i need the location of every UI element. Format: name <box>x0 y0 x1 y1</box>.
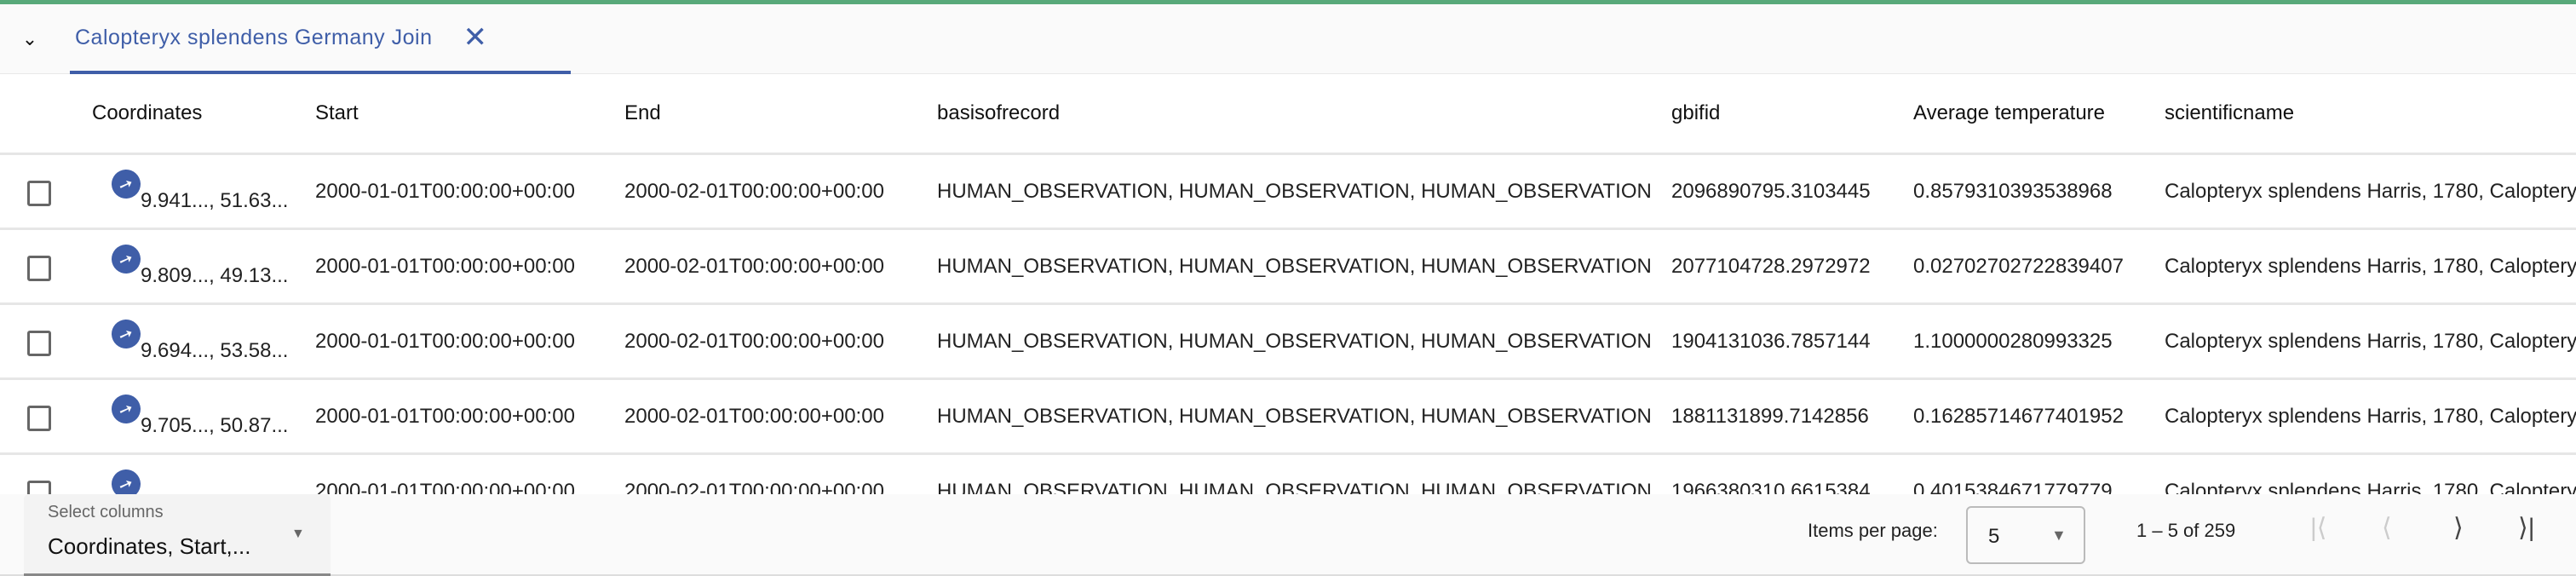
row-checkbox[interactable] <box>27 406 51 431</box>
column-header-start[interactable]: Start <box>315 74 359 153</box>
first-page-icon[interactable]: |⟨ <box>2310 513 2327 543</box>
column-header-gbifid[interactable]: gbifid <box>1671 74 1720 153</box>
compass-icon[interactable]: ➚ <box>112 314 145 353</box>
column-header-basisofrecord[interactable]: basisofrecord <box>937 74 1060 153</box>
coordinates-text: 9.705..., 50.87... <box>141 413 289 437</box>
cell-basisofrecord: HUMAN_OBSERVATION, HUMAN_OBSERVATION, HU… <box>937 404 1652 428</box>
chevron-right-icon[interactable]: ⟩ <box>2453 513 2464 543</box>
items-per-page-select[interactable]: 5 ▼ <box>1966 506 2085 564</box>
cell-scientificname: Calopteryx splendens Harris, 1780, Calop… <box>2165 404 2576 428</box>
items-per-page-label: Items per page: <box>1808 520 1938 541</box>
compass-icon[interactable]: ➚ <box>112 239 145 278</box>
cell-basisofrecord: HUMAN_OBSERVATION, HUMAN_OBSERVATION, HU… <box>937 329 1652 353</box>
cell-coordinates[interactable]: ➚ 9.809..., 49.13... <box>112 230 288 302</box>
cell-avg-temp: 1.1000000280993325 <box>1913 329 2113 353</box>
table-row[interactable]: ➚ 9.941..., 51.63... 2000-01-01T00:00:00+0… <box>0 155 2576 230</box>
dropdown-arrow-icon: ▼ <box>2051 527 2067 544</box>
column-header-scientificname[interactable]: scientificname <box>2165 74 2294 153</box>
column-header-average-temperature[interactable]: Average temperature <box>1913 74 2105 153</box>
table-row[interactable]: ➚ 9.694..., 53.58... 2000-01-01T00:00:00+0… <box>0 305 2576 380</box>
tab-bar: ⌄ Calopteryx splendens Germany Join ✕ <box>0 4 2576 74</box>
cell-end: 2000-02-01T00:00:00+00:00 <box>624 404 884 428</box>
row-checkbox[interactable] <box>27 256 51 281</box>
cell-end: 2000-02-01T00:00:00+00:00 <box>624 179 884 203</box>
cell-avg-temp: 0.16285714677401952 <box>1913 404 2124 428</box>
cell-gbifid: 2077104728.2972972 <box>1671 254 1871 278</box>
column-header-coordinates[interactable]: Coordinates <box>92 74 202 153</box>
cell-scientificname: Calopteryx splendens Harris, 1780, Calop… <box>2165 179 2576 203</box>
select-columns-dropdown[interactable]: Select columns Coordinates, Start,... ▼ <box>24 494 331 576</box>
select-columns-value: Coordinates, Start,... <box>48 533 251 559</box>
cell-avg-temp: 0.8579310393538968 <box>1913 179 2113 203</box>
data-table: Coordinates Start End basisofrecord gbif… <box>0 74 2576 500</box>
cell-coordinates[interactable]: ➚ 9.941..., 51.63... <box>112 155 288 228</box>
cell-gbifid: 1904131036.7857144 <box>1671 329 1871 353</box>
row-checkbox[interactable] <box>27 181 51 206</box>
dropdown-arrow-icon: ▼ <box>291 527 305 541</box>
column-header-end[interactable]: End <box>624 74 661 153</box>
table-row[interactable]: ➚ 9.809..., 49.13... 2000-01-01T00:00:00+0… <box>0 230 2576 305</box>
pagination-range: 1 – 5 of 259 <box>2136 520 2236 541</box>
coordinates-text: 9.694..., 53.58... <box>141 338 289 362</box>
cell-basisofrecord: HUMAN_OBSERVATION, HUMAN_OBSERVATION, HU… <box>937 179 1652 203</box>
cell-start: 2000-01-01T00:00:00+00:00 <box>315 404 575 428</box>
close-icon[interactable]: ✕ <box>463 20 487 55</box>
cell-end: 2000-02-01T00:00:00+00:00 <box>624 254 884 278</box>
cell-scientificname: Calopteryx splendens Harris, 1780, Calop… <box>2165 254 2576 278</box>
compass-icon[interactable]: ➚ <box>112 164 145 203</box>
compass-icon[interactable]: ➚ <box>112 389 145 428</box>
cell-coordinates[interactable]: ➚ 9.694..., 53.58... <box>112 305 288 377</box>
chevron-left-icon[interactable]: ⟨ <box>2382 513 2392 543</box>
coordinates-text: 9.809..., 49.13... <box>141 263 289 287</box>
table-footer: Select columns Coordinates, Start,... ▼ … <box>0 494 2576 576</box>
table-header-row: Coordinates Start End basisofrecord gbif… <box>0 74 2576 155</box>
tab-label: Calopteryx splendens Germany Join <box>75 25 433 49</box>
select-columns-label: Select columns <box>48 503 164 521</box>
cell-avg-temp: 0.02702702722839407 <box>1913 254 2124 278</box>
cell-start: 2000-01-01T00:00:00+00:00 <box>315 179 575 203</box>
row-checkbox[interactable] <box>27 331 51 356</box>
coordinates-text: 9.941..., 51.63... <box>141 188 289 212</box>
cell-start: 2000-01-01T00:00:00+00:00 <box>315 329 575 353</box>
cell-end: 2000-02-01T00:00:00+00:00 <box>624 329 884 353</box>
chevron-down-icon[interactable]: ⌄ <box>0 4 60 74</box>
cell-scientificname: Calopteryx splendens Harris, 1780, Calop… <box>2165 329 2576 353</box>
cell-coordinates[interactable]: ➚ 9.705..., 50.87... <box>112 380 288 452</box>
cell-gbifid: 1881131899.7142856 <box>1671 404 1869 428</box>
tab-calopteryx-join[interactable]: Calopteryx splendens Germany Join ✕ <box>70 4 571 74</box>
cell-start: 2000-01-01T00:00:00+00:00 <box>315 254 575 278</box>
items-per-page-value: 5 <box>1988 525 2000 548</box>
table-row[interactable]: ➚ 9.705..., 50.87... 2000-01-01T00:00:00+0… <box>0 380 2576 455</box>
cell-basisofrecord: HUMAN_OBSERVATION, HUMAN_OBSERVATION, HU… <box>937 254 1652 278</box>
last-page-icon[interactable]: ⟩| <box>2518 513 2535 543</box>
cell-gbifid: 2096890795.3103445 <box>1671 179 1871 203</box>
